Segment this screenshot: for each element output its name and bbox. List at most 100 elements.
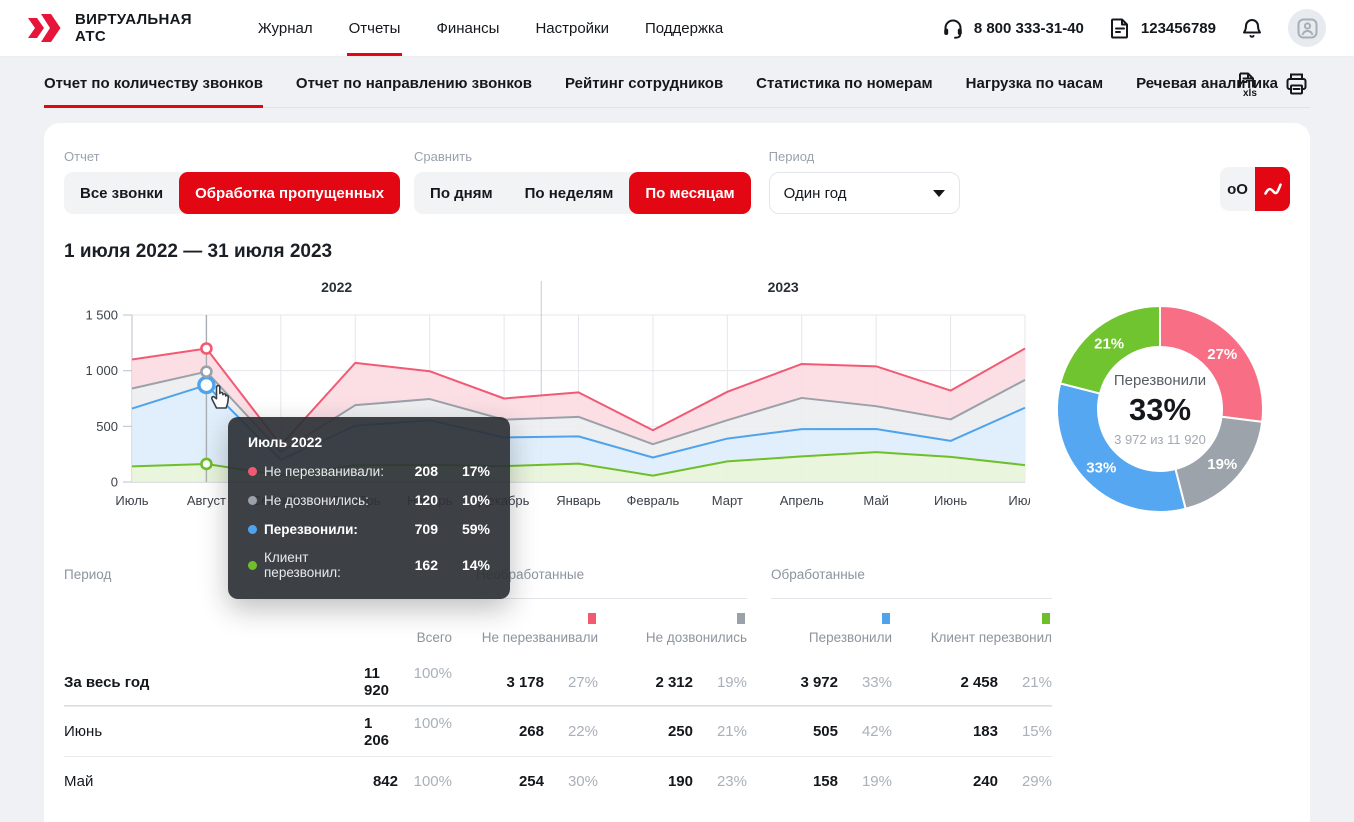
row-period: За весь год xyxy=(64,674,364,691)
column-color-swatch xyxy=(1042,613,1050,624)
donut-slice-label: 21% xyxy=(1094,335,1124,352)
report-type-segmented: Все звонкиОбработка пропущенных xyxy=(64,172,400,214)
notifications-bell-icon[interactable] xyxy=(1240,16,1264,40)
column-label: Не перезванивали xyxy=(452,630,598,659)
compare-segmented: По днямПо неделямПо месяцам xyxy=(414,172,751,214)
nav-item-link[interactable]: Финансы xyxy=(436,0,499,56)
segment-button[interactable]: По дням xyxy=(414,172,509,214)
row-metric-cell: 842100% xyxy=(364,773,452,790)
column-label: Всего xyxy=(364,630,452,659)
column-label: Не дозвонились xyxy=(598,630,747,659)
svg-text:Февраль: Февраль xyxy=(626,493,679,508)
compare-filter-label: Сравнить xyxy=(414,149,751,164)
headset-icon xyxy=(941,16,965,40)
report-tab[interactable]: Рейтинг сотрудников xyxy=(565,75,723,92)
report-tab[interactable]: Отчет по количеству звонков xyxy=(44,75,263,92)
report-tab[interactable]: Отчет по направлению звонков xyxy=(296,75,532,92)
svg-text:Июль: Июль xyxy=(115,493,148,508)
segment-button[interactable]: По месяцам xyxy=(629,172,750,214)
segment-button[interactable]: Обработка пропущенных xyxy=(179,172,400,214)
donut-slice-label: 33% xyxy=(1086,460,1116,477)
line-chart-icon xyxy=(1262,178,1284,200)
column-color-swatch xyxy=(737,613,745,624)
filters-bar: Отчет Все звонкиОбработка пропущенных Ср… xyxy=(64,149,1290,214)
report-tab[interactable]: Нагрузка по часам xyxy=(966,75,1103,92)
tooltip-row: Не дозвонились:12010% xyxy=(248,492,490,508)
tooltip-row: Клиент перезвонил:16214% xyxy=(248,550,490,580)
donut-slice[interactable] xyxy=(1160,306,1263,422)
series-dot-icon xyxy=(248,467,257,476)
svg-text:xls: xls xyxy=(1243,88,1257,98)
row-period: Май xyxy=(64,773,364,790)
series-dot-icon xyxy=(248,561,257,570)
tooltip-row: Перезвонили:70959% xyxy=(248,521,490,537)
date-range-title: 1 июля 2022 — 31 июля 2023 xyxy=(64,241,1290,263)
row-metric-cell: 18315% xyxy=(892,723,1052,740)
svg-text:2023: 2023 xyxy=(768,279,799,295)
svg-text:Апрель: Апрель xyxy=(780,493,824,508)
column-color-swatch xyxy=(588,613,596,624)
nav-item-link[interactable]: Настройки xyxy=(535,0,609,56)
nav-item-active[interactable]: Отчеты xyxy=(349,0,401,56)
chart-zone: 05001 0001 50020222023ИюльАвгустСентябрь… xyxy=(64,275,1290,537)
row-metric-cell: 24029% xyxy=(892,773,1052,790)
donut-chart[interactable]: 27%19%33%21% Перезвонили 33% 3 972 из 11… xyxy=(1054,303,1266,515)
row-metric-cell: 1 206100% xyxy=(364,715,452,749)
top-navigation: ВИРТУАЛЬНАЯАТС Журнал Отчеты Финансы Настро… xyxy=(0,0,1354,57)
report-table: Период Необработанные Обработанные Всего… xyxy=(64,567,1052,806)
donut-chart-svg: 27% 19% 33% 21% xyxy=(1054,303,1266,515)
table-row[interactable]: Май842100%25430%19023%15819%24029% xyxy=(64,756,1052,806)
table-row[interactable]: За весь год11 920100%3 17827%2 31219%3 9… xyxy=(64,659,1052,706)
row-metric-cell: 3 97233% xyxy=(747,674,892,691)
row-metric-cell: 25021% xyxy=(598,723,747,740)
account-number-value: 123456789 xyxy=(1141,20,1216,37)
chart-tooltip: Июль 2022 Не перезванивали:20817%Не дозв… xyxy=(228,417,510,599)
period-select-value: Один год xyxy=(784,185,847,202)
series-dot-icon xyxy=(248,496,257,505)
main-menu: Журнал Отчеты Финансы Настройки Поддержка xyxy=(258,0,723,56)
donut-slice-label: 27% xyxy=(1207,346,1237,363)
brand-logo-icon xyxy=(28,11,65,45)
nav-item-link[interactable]: Журнал xyxy=(258,0,313,56)
svg-text:Июнь: Июнь xyxy=(934,493,967,508)
segment-button[interactable]: Все звонки xyxy=(64,172,179,214)
table-header: Период Необработанные Обработанные xyxy=(64,567,1052,599)
svg-text:1 000: 1 000 xyxy=(85,363,118,378)
print-icon[interactable] xyxy=(1283,71,1310,98)
tooltip-title: Июль 2022 xyxy=(248,434,490,450)
export-xls-icon[interactable]: xls xyxy=(1234,71,1261,98)
table-body: За весь год11 920100%3 17827%2 31219%3 9… xyxy=(64,659,1052,806)
row-metric-cell: 2 45821% xyxy=(892,674,1052,691)
row-metric-cell: 2 31219% xyxy=(598,674,747,691)
row-period: Июнь xyxy=(64,723,364,740)
column-label: Клиент перезвонил xyxy=(892,630,1052,659)
report-tabs: Отчет по количеству звонков Отчет по напр… xyxy=(44,75,1310,108)
contract-icon xyxy=(1108,16,1132,40)
support-phone-number: 8 800 333-31-40 xyxy=(974,20,1084,37)
support-phone[interactable]: 8 800 333-31-40 xyxy=(941,16,1084,40)
period-select[interactable]: Один год xyxy=(769,172,960,214)
report-tab[interactable]: Статистика по номерам xyxy=(756,75,932,92)
nav-item-link[interactable]: Поддержка xyxy=(645,0,723,56)
segment-button[interactable]: По неделям xyxy=(509,172,630,214)
report-filter-label: Отчет xyxy=(64,149,400,164)
report-tabs-row: Отчет по количеству звонков Отчет по напр… xyxy=(44,75,1310,108)
profile-icon xyxy=(1297,18,1318,39)
row-metric-cell: 50542% xyxy=(747,723,892,740)
line-view-button[interactable] xyxy=(1255,167,1290,211)
bar-view-button[interactable]: oO xyxy=(1220,167,1255,211)
stacked-area-chart[interactable]: 05001 0001 50020222023ИюльАвгустСентябрь… xyxy=(64,275,1030,537)
row-metric-cell: 3 17827% xyxy=(452,674,598,691)
brand-logo[interactable]: ВИРТУАЛЬНАЯАТС xyxy=(28,0,192,56)
group-header-processed: Обработанные xyxy=(771,567,1052,599)
account-number[interactable]: 123456789 xyxy=(1108,16,1216,40)
donut-slice[interactable] xyxy=(1057,383,1186,512)
table-row[interactable]: Июнь1 206100%26822%25021%50542%18315% xyxy=(64,706,1052,756)
column-label: Перезвонили xyxy=(747,630,892,659)
row-metric-cell: 11 920100% xyxy=(364,665,452,699)
group-header-unprocessed: Необработанные xyxy=(476,567,747,599)
user-avatar[interactable] xyxy=(1288,9,1326,47)
donut-slice-label: 19% xyxy=(1207,456,1237,473)
svg-text:1 500: 1 500 xyxy=(85,308,118,323)
column-color-swatch xyxy=(882,613,890,624)
